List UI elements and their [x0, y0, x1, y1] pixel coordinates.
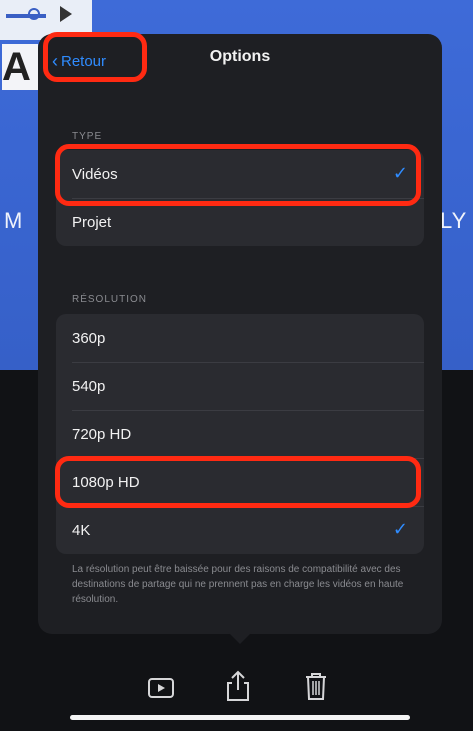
home-indicator [70, 715, 410, 720]
option-label: 4K [72, 521, 91, 539]
checkmark-icon: ✓ [392, 519, 408, 539]
background-text-right: LY [440, 208, 468, 233]
popover-arrow [228, 632, 252, 644]
type-section-header: TYPE [72, 131, 103, 142]
highlight-1080p-option [55, 456, 421, 508]
highlight-videos-option [55, 144, 421, 206]
resolution-option-360p[interactable]: 360p [56, 314, 424, 362]
option-label: Projet [72, 213, 112, 231]
resolution-option-4k[interactable]: 4K ✓ [56, 506, 424, 554]
highlight-back-button [43, 32, 147, 82]
background-text-left: M [4, 208, 24, 233]
trash-icon[interactable] [303, 671, 331, 700]
resolution-option-540p[interactable]: 540p [56, 362, 424, 410]
resolution-section-header: RÉSOLUTION [72, 294, 148, 305]
option-label: 540p [72, 377, 106, 395]
resolution-group: 360p 540p 720p HD 1080p HD 4K ✓ [56, 314, 424, 554]
option-label: 360p [72, 329, 106, 347]
resolution-option-720p[interactable]: 720p HD [56, 410, 424, 458]
background-logo: A [2, 44, 38, 90]
play-icon[interactable] [147, 676, 175, 702]
option-label: 720p HD [72, 425, 132, 443]
options-popover: ‹ Retour Options TYPE Vidéos ✓ Projet RÉ… [38, 34, 442, 634]
resolution-footer-note: La résolution peut être baissée pour des… [72, 564, 404, 605]
share-icon[interactable] [224, 670, 252, 701]
